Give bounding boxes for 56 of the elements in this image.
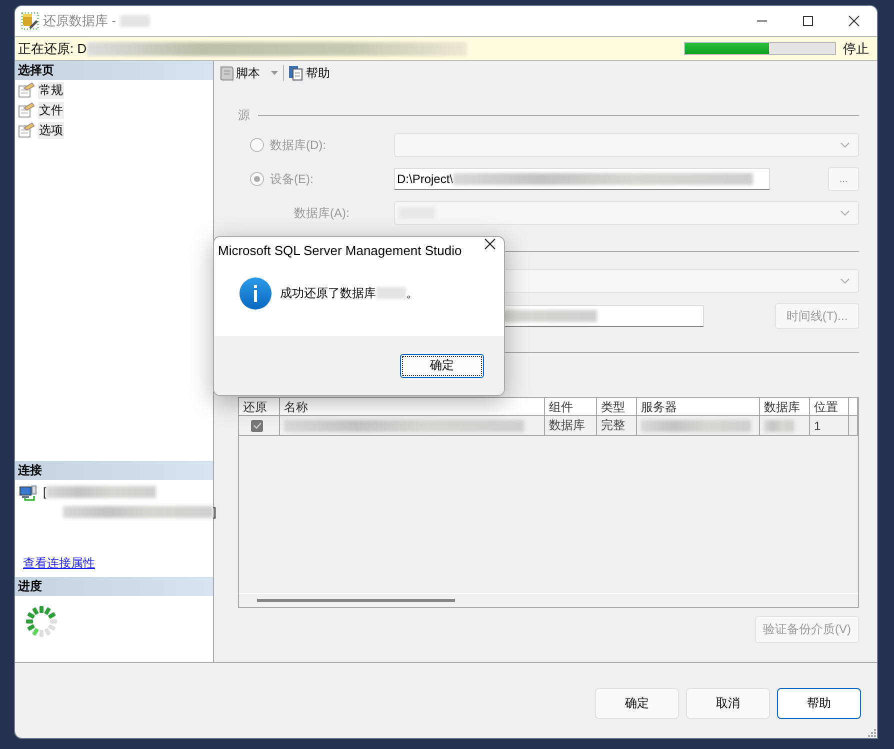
message-text: 成功还原了数据库 bbox=[280, 284, 376, 302]
table-cell: 1 bbox=[810, 416, 849, 436]
chevron-icon bbox=[840, 278, 850, 284]
sidebar-item[interactable]: 选项 bbox=[38, 122, 64, 138]
close-icon[interactable] bbox=[483, 237, 497, 251]
chevron-icon bbox=[840, 210, 850, 216]
dialog-button[interactable]: 帮助 bbox=[777, 688, 861, 718]
scroll-icon bbox=[218, 65, 234, 81]
dialog-button[interactable]: 确定 bbox=[595, 688, 679, 718]
radio-label: 设备(E): bbox=[270, 170, 314, 188]
spinner-icon bbox=[25, 605, 58, 638]
column-header[interactable]: 名称 bbox=[280, 398, 545, 416]
table-cell: 完整 bbox=[597, 416, 637, 436]
computer-icon bbox=[19, 485, 37, 501]
column-header[interactable]: 类型 bbox=[597, 398, 637, 416]
message-text: 。 bbox=[406, 284, 418, 302]
section-header: 进度 bbox=[15, 577, 213, 596]
window-title: 还原数据库 - bbox=[43, 12, 116, 30]
group-title: 源 bbox=[238, 106, 250, 124]
page-icon bbox=[18, 122, 35, 138]
sidebar-item[interactable]: 常规 bbox=[38, 82, 64, 98]
bracket-text: [ bbox=[43, 485, 46, 499]
page-icon bbox=[18, 82, 35, 98]
column-header[interactable]: 还原 bbox=[239, 398, 280, 416]
blurred-redaction bbox=[376, 287, 406, 299]
section-header: 选择页 bbox=[15, 61, 213, 80]
database-icon bbox=[21, 12, 39, 30]
script-dropdown[interactable]: 脚本 bbox=[218, 64, 279, 82]
stop-link[interactable]: 停止 bbox=[843, 40, 869, 58]
section-header: 连接 bbox=[15, 461, 213, 480]
column-header[interactable]: 数据库 bbox=[760, 398, 810, 416]
sidebar-item[interactable]: 文件 bbox=[38, 102, 64, 118]
caret-icon bbox=[270, 70, 279, 76]
help-button[interactable]: 帮助 bbox=[288, 64, 330, 82]
info-icon bbox=[239, 276, 272, 310]
bracket-text: ] bbox=[213, 505, 216, 519]
field-value: D:\Project\ bbox=[397, 172, 454, 186]
column-header[interactable]: 组件 bbox=[545, 398, 597, 416]
scrollbar-thumb[interactable] bbox=[257, 599, 455, 602]
column-header[interactable]: 服务器 bbox=[637, 398, 760, 416]
connection-properties-link[interactable]: 查看连接属性 bbox=[23, 555, 95, 572]
column-header[interactable]: 位置 bbox=[810, 398, 849, 416]
ok-button[interactable]: 确定 bbox=[400, 354, 484, 378]
resize-grip-icon bbox=[866, 727, 876, 737]
field-label: 数据库(A): bbox=[293, 204, 350, 222]
chevron-icon bbox=[840, 142, 850, 148]
blurred-redaction bbox=[120, 15, 150, 27]
dialog-button[interactable]: 取消 bbox=[686, 688, 770, 718]
checkbox[interactable] bbox=[251, 420, 263, 432]
message-box-title: Microsoft SQL Server Management Studio bbox=[218, 242, 462, 258]
page-icon bbox=[18, 102, 35, 118]
radio-label: 数据库(D): bbox=[270, 136, 326, 154]
blurred-redaction bbox=[764, 420, 794, 432]
status-text: 正在还原: D bbox=[18, 40, 87, 58]
table-cell: 数据库 bbox=[545, 416, 597, 436]
document-icon bbox=[288, 65, 304, 81]
